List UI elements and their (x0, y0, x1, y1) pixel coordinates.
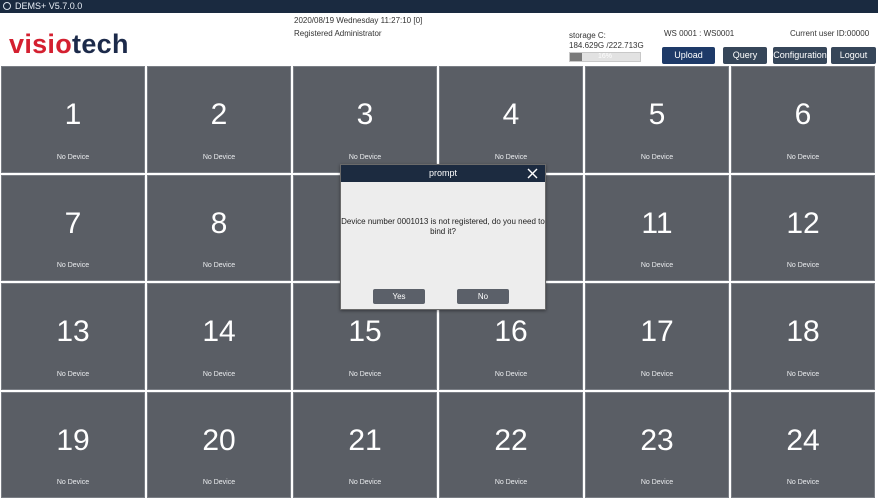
tile-number: 17 (640, 315, 674, 348)
tile-number: 15 (348, 315, 382, 348)
tile-status: No Device (202, 370, 236, 378)
device-tile[interactable]: 8 No Device (147, 174, 291, 281)
yes-button[interactable]: Yes (373, 289, 425, 304)
tile-status: No Device (348, 370, 382, 378)
tile-number: 18 (786, 315, 820, 348)
tile-number: 24 (786, 423, 820, 457)
tile-number: 16 (494, 315, 528, 348)
tile-number: 22 (494, 423, 528, 457)
app-icon (3, 2, 11, 10)
device-tile[interactable]: 18 No Device (731, 283, 875, 390)
storage-progress-bar: 16% (569, 52, 641, 62)
logo-part-tech: tech (72, 29, 129, 59)
tile-status: No Device (348, 479, 382, 486)
dialog-title: prompt (341, 165, 545, 182)
upload-button[interactable]: Upload (662, 47, 715, 64)
tile-number: 3 (356, 98, 374, 131)
logout-button[interactable]: Logout (831, 47, 876, 64)
tile-number: 4 (502, 98, 520, 131)
datetime-text: 2020/08/19 Wednesday 11:27:10 [0] (294, 16, 423, 25)
tile-number: 20 (202, 423, 236, 457)
tile-status: No Device (494, 370, 528, 378)
tile-number: 5 (648, 98, 666, 131)
tile-number: 6 (794, 98, 812, 131)
storage-label: storage C: (569, 31, 606, 40)
tile-status: No Device (202, 479, 236, 486)
tile-status: No Device (56, 262, 90, 269)
window-title: DEMS+ V5.7.0.0 (15, 1, 83, 11)
user-role-text: Registered Administrator (294, 29, 382, 38)
device-tile[interactable]: 1 No Device (1, 66, 145, 173)
device-tile[interactable]: 3 No Device (293, 66, 437, 173)
device-tile[interactable]: 24 No Device (731, 391, 875, 498)
tile-status: No Device (494, 479, 528, 486)
tile-number: 14 (202, 315, 236, 348)
window-titlebar: DEMS+ V5.7.0.0 (0, 0, 878, 13)
no-button[interactable]: No (457, 289, 509, 304)
device-tile[interactable]: 21 No Device (293, 391, 437, 498)
logo-part-visio: visio (9, 29, 73, 59)
device-tile[interactable]: 22 No Device (439, 391, 583, 498)
tile-number: 21 (348, 423, 382, 457)
device-tile[interactable]: 23 No Device (585, 391, 729, 498)
tile-number: 2 (210, 98, 228, 131)
device-tile[interactable]: 12 No Device (731, 174, 875, 281)
storage-value: 184.629G /222.713G (569, 41, 644, 50)
tile-status: No Device (640, 370, 674, 378)
workstation-label: WS 0001 : WS0001 (664, 29, 735, 38)
tile-number: 11 (641, 206, 673, 240)
tile-number: 8 (210, 206, 228, 240)
tile-status: No Device (786, 479, 820, 486)
dialog-message: Device number 0001013 is not registered,… (341, 217, 545, 236)
tile-status: No Device (348, 153, 382, 161)
device-tile[interactable]: 19 No Device (1, 391, 145, 498)
close-icon[interactable] (526, 165, 539, 182)
storage-percent-label: 16% (597, 53, 612, 60)
tile-status: No Device (640, 153, 674, 161)
current-user-label: Current user ID:00000 (790, 29, 870, 38)
tile-status: No Device (202, 262, 236, 269)
tile-status: No Device (56, 479, 90, 486)
device-tile[interactable]: 4 No Device (439, 66, 583, 173)
tile-status: No Device (56, 153, 90, 161)
configuration-button[interactable]: Configuration (773, 47, 827, 64)
tile-number: 7 (64, 206, 82, 240)
tile-status: No Device (786, 262, 820, 269)
tile-number: 13 (56, 315, 90, 348)
device-tile[interactable]: 6 No Device (731, 66, 875, 173)
query-button[interactable]: Query (723, 47, 767, 64)
tile-number: 1 (64, 98, 82, 131)
tile-number: 23 (640, 423, 674, 457)
device-tile[interactable]: 5 No Device (585, 66, 729, 173)
tile-status: No Device (786, 370, 820, 378)
device-tile[interactable]: 20 No Device (147, 391, 291, 498)
tile-status: No Device (494, 153, 528, 161)
device-tile[interactable]: 2 No Device (147, 66, 291, 173)
tile-status: No Device (640, 262, 674, 269)
tile-number: 19 (56, 423, 90, 457)
tile-status: No Device (786, 153, 820, 161)
device-tile[interactable]: 13 No Device (1, 283, 145, 390)
prompt-dialog: prompt Device number 0001013 is not regi… (340, 164, 546, 310)
tile-status: No Device (56, 370, 90, 378)
device-tile[interactable]: 11 No Device (585, 174, 729, 281)
device-tile[interactable]: 17 No Device (585, 283, 729, 390)
tile-status: No Device (202, 153, 236, 161)
tile-number: 12 (786, 206, 820, 240)
device-tile[interactable]: 7 No Device (1, 174, 145, 281)
device-tile[interactable]: 14 No Device (147, 283, 291, 390)
brand-logo: visiotech (9, 29, 129, 59)
tile-status: No Device (640, 479, 674, 486)
